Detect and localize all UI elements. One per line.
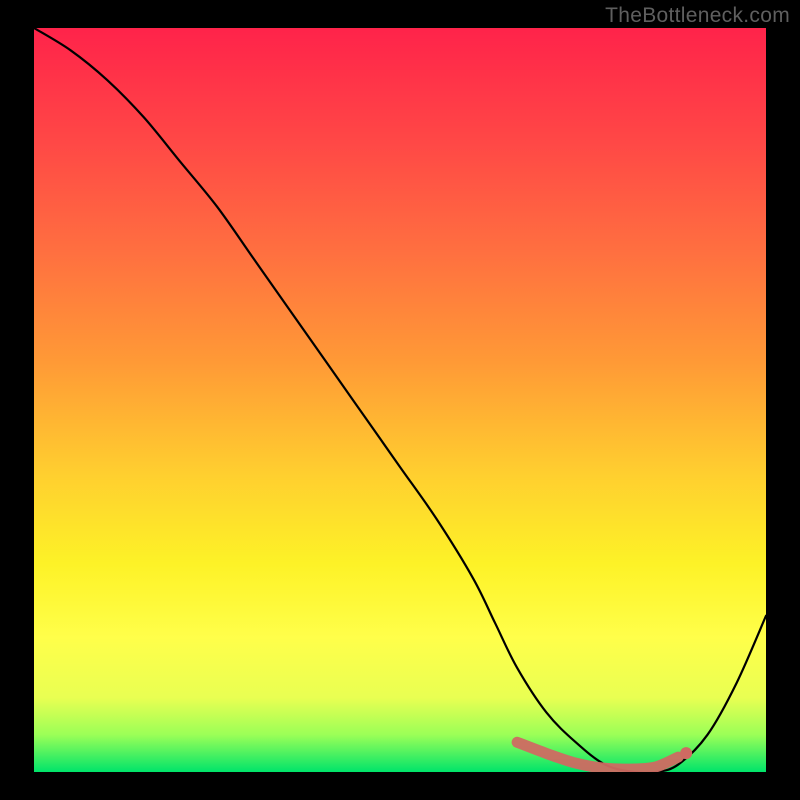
watermark-text: TheBottleneck.com [605, 4, 790, 28]
chart-frame: TheBottleneck.com [0, 0, 800, 800]
optimal-range-end-dot [680, 747, 692, 759]
bottleneck-chart [34, 28, 766, 772]
chart-background [34, 28, 766, 772]
